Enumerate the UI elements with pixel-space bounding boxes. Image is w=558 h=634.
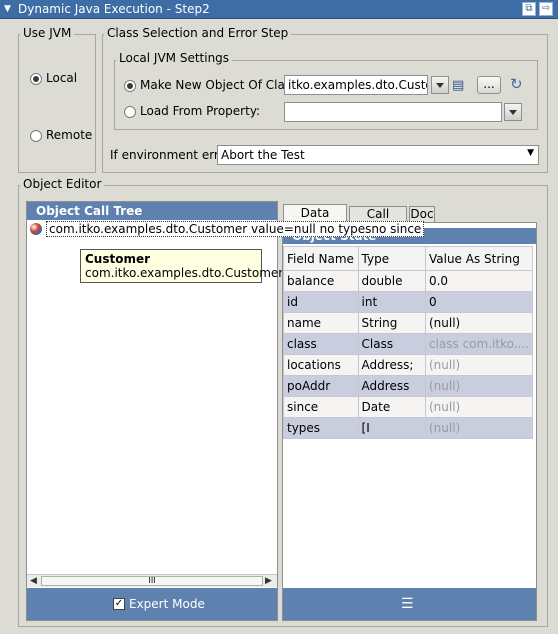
tree-tooltip: Customer com.itko.examples.dto.Customer: [80, 249, 284, 283]
tooltip-class: com.itko.examples.dto.Customer: [85, 266, 284, 280]
env-error-label: If environment error:: [110, 148, 235, 162]
class-selection-title: Class Selection and Error Step: [104, 26, 292, 40]
type-cell: int: [357, 291, 426, 313]
load-from-radio[interactable]: [124, 106, 136, 118]
value-cell[interactable]: class com.itko....: [424, 333, 534, 355]
type-cell: String: [357, 312, 426, 334]
object-node-icon: [30, 223, 42, 235]
tab-call-sheet[interactable]: Call Sheet: [349, 206, 407, 236]
navigate-icon[interactable]: ⇨: [539, 2, 553, 16]
tab-doc[interactable]: Doc: [409, 206, 435, 222]
object-state-table: Field Name Type Value As String balance …: [283, 246, 534, 439]
type-cell: double: [357, 270, 426, 292]
type-cell: Address: [357, 375, 426, 397]
value-cell[interactable]: (null): [424, 396, 534, 418]
type-cell: Class: [357, 333, 426, 355]
field-name-cell: types: [283, 417, 359, 439]
value-cell[interactable]: (null): [424, 312, 534, 334]
tree-horizontal-scrollbar[interactable]: ◀ III ▶: [27, 574, 277, 587]
table-row[interactable]: poAddr Address (null): [283, 375, 534, 397]
local-jvm-title: Local JVM Settings: [116, 51, 233, 65]
value-cell[interactable]: (null): [424, 417, 534, 439]
tab-data-sheet[interactable]: Data Sheet: [283, 204, 347, 237]
table-row[interactable]: name String (null): [283, 312, 534, 334]
call-tree-header: Object Call Tree: [27, 202, 277, 220]
value-cell[interactable]: (null): [424, 354, 534, 376]
scroll-right-icon[interactable]: ▶: [265, 576, 272, 586]
class-browser-icon[interactable]: ▤: [452, 78, 464, 93]
load-from-dropdown-button[interactable]: [504, 103, 522, 121]
title-bar: ▼ Dynamic Java Execution - Step2 ⧉ ⇨: [0, 0, 558, 19]
object-editor-title: Object Editor: [20, 177, 105, 191]
type-cell: Date: [357, 396, 426, 418]
table-row[interactable]: since Date (null): [283, 396, 534, 418]
field-name-cell: name: [283, 312, 359, 334]
refresh-icon[interactable]: ↻: [510, 75, 523, 93]
expert-mode-bar: ✓ Expert Mode: [27, 588, 277, 620]
env-error-select[interactable]: Abort the Test ▼: [217, 145, 539, 165]
remote-label: Remote: [46, 128, 93, 142]
make-new-radio[interactable]: [124, 80, 136, 92]
field-name-cell: class: [283, 333, 359, 355]
browse-button[interactable]: ...: [477, 76, 501, 94]
field-name-cell: balance: [283, 270, 359, 292]
field-name-cell: poAddr: [283, 375, 359, 397]
load-from-input[interactable]: [284, 102, 502, 122]
value-cell[interactable]: 0.0: [424, 270, 534, 292]
tree-node[interactable]: com.itko.examples.dto.Customer value=nul…: [46, 221, 425, 237]
expert-mode-checkbox[interactable]: ✓: [113, 598, 125, 610]
local-label: Local: [46, 71, 78, 85]
expert-mode-label: Expert Mode: [129, 597, 205, 611]
field-name-cell: id: [283, 291, 359, 313]
value-cell[interactable]: (null): [424, 375, 534, 397]
table-row[interactable]: class Class class com.itko....: [283, 333, 534, 355]
detach-icon[interactable]: ⧉: [522, 2, 536, 16]
field-name-cell: since: [283, 396, 359, 418]
list-view-icon[interactable]: ☰: [401, 596, 414, 612]
type-cell: [I: [357, 417, 426, 439]
window-title: Dynamic Java Execution - Step2: [18, 2, 210, 16]
column-header-value[interactable]: Value As String: [424, 246, 534, 271]
collapse-arrow-icon[interactable]: ▼: [4, 4, 11, 14]
scroll-thumb[interactable]: III: [41, 576, 263, 586]
scroll-left-icon[interactable]: ◀: [30, 576, 37, 586]
tooltip-title: Customer: [85, 252, 151, 266]
load-from-label: Load From Property:: [140, 104, 261, 118]
class-dropdown-button[interactable]: [431, 76, 449, 94]
use-jvm-title: Use JVM: [20, 26, 75, 40]
env-error-value: Abort the Test: [221, 148, 305, 162]
table-header-row: Field Name Type Value As String: [283, 246, 534, 271]
type-cell: Address;: [357, 354, 426, 376]
table-row[interactable]: balance double 0.0: [283, 270, 534, 292]
table-row[interactable]: id int 0: [283, 291, 534, 313]
field-name-cell: locations: [283, 354, 359, 376]
chevron-down-icon: ▼: [527, 148, 534, 158]
local-radio[interactable]: [30, 73, 42, 85]
remote-radio[interactable]: [30, 130, 42, 142]
value-cell[interactable]: 0: [424, 291, 534, 313]
data-sheet-toolbar: ☰: [283, 588, 536, 620]
class-name-input[interactable]: itko.examples.dto.Customer: [284, 75, 428, 95]
column-header-field-name[interactable]: Field Name: [283, 246, 359, 271]
table-row[interactable]: locations Address; (null): [283, 354, 534, 376]
make-new-label: Make New Object Of Class:: [140, 78, 302, 92]
column-header-type[interactable]: Type: [357, 246, 426, 271]
table-row[interactable]: types [I (null): [283, 417, 534, 439]
use-jvm-group: [18, 34, 96, 173]
